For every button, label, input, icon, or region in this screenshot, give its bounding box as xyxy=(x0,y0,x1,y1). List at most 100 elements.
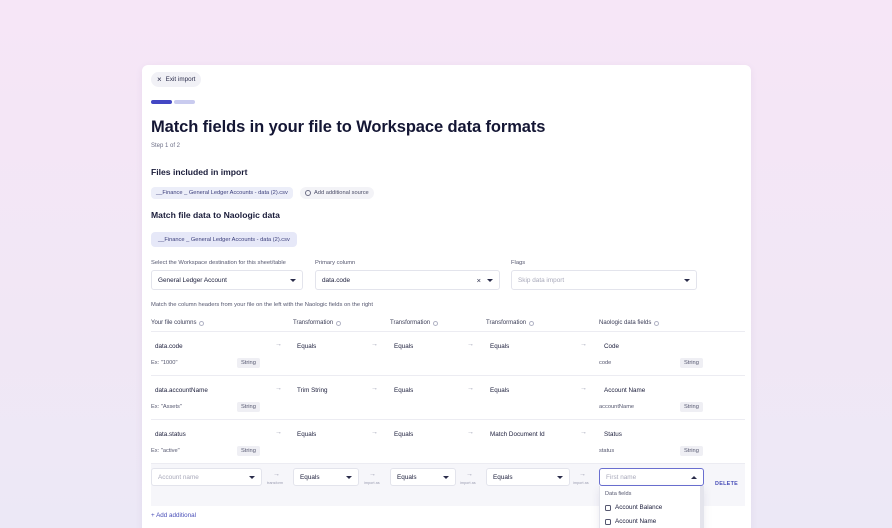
new-column-placeholder: Account name xyxy=(158,473,199,481)
info-icon[interactable] xyxy=(654,320,660,326)
arrow-right-icon: → xyxy=(275,429,282,436)
row-field-key: code xyxy=(599,360,612,366)
new-transform-2-value: Equals xyxy=(397,473,417,481)
database-icon xyxy=(605,518,611,525)
arrow-right-icon: → xyxy=(369,471,376,478)
col-header-transformation-3: Transformation xyxy=(486,320,535,326)
row-column-name: data.code xyxy=(155,343,183,350)
destination-select[interactable]: General Ledger Account xyxy=(151,270,303,290)
destination-label: Select the Workspace destination for thi… xyxy=(151,260,286,266)
chevron-down-icon xyxy=(290,278,296,282)
row-example: Ex: "Assets" xyxy=(151,404,182,410)
dropdown-item-label: Account Name xyxy=(615,518,657,525)
info-icon[interactable] xyxy=(433,320,439,326)
row-field-name[interactable]: Status xyxy=(604,431,622,438)
arrow-right-icon: → xyxy=(275,385,282,392)
arrow-right-icon: → xyxy=(467,429,474,436)
info-icon[interactable] xyxy=(529,320,535,326)
primary-column-label: Primary column xyxy=(315,260,356,266)
row-field-key: status xyxy=(599,448,615,454)
arrow-right-icon: → xyxy=(466,471,473,478)
row-transform-2[interactable]: Equals xyxy=(394,431,413,438)
new-column-select[interactable]: Account name xyxy=(151,468,262,486)
add-source-label: Add additional source xyxy=(314,190,369,196)
row-column-name: data.status xyxy=(155,431,186,438)
row-transform-1[interactable]: Equals xyxy=(297,431,316,438)
new-transform-3-select[interactable]: Equals xyxy=(486,468,570,486)
row-type-badge: String xyxy=(237,446,260,456)
flags-placeholder: Skip data import xyxy=(518,276,565,284)
new-field-select[interactable]: First name xyxy=(599,468,704,486)
match-heading: Match file data to Naologic data xyxy=(151,210,280,220)
file-chip[interactable]: __Finance _ General Ledger Accounts - da… xyxy=(151,187,293,199)
add-source-button[interactable]: Add additional source xyxy=(300,187,374,199)
new-transform-1-select[interactable]: Equals xyxy=(293,468,359,486)
chevron-up-icon xyxy=(691,475,697,479)
clear-icon[interactable]: × xyxy=(477,276,481,285)
step-indicator-inactive xyxy=(174,100,195,104)
exit-import-button[interactable]: × Exit import xyxy=(151,72,202,87)
row-column-name: data.accountName xyxy=(155,387,208,394)
destination-value: General Ledger Account xyxy=(158,276,227,284)
chevron-down-icon xyxy=(487,278,493,282)
arrow-right-icon: → xyxy=(580,429,587,436)
arrow-right-icon: → xyxy=(273,471,280,478)
add-additional-link[interactable]: + Add additional xyxy=(151,512,196,519)
table-row: data.accountName → Trim String → Equals … xyxy=(142,376,751,419)
row-transform-3[interactable]: Match Document Id xyxy=(490,431,545,438)
dropdown-section-label: Data fields xyxy=(605,491,632,497)
row-transform-2[interactable]: Equals xyxy=(394,343,413,350)
arrow-right-icon: → xyxy=(580,341,587,348)
chevron-down-icon xyxy=(684,278,690,282)
row-field-name[interactable]: Code xyxy=(604,343,619,350)
import-as-caption: import as xyxy=(573,481,589,485)
col-header-label: Your file columns xyxy=(151,320,197,326)
page-title: Match fields in your file to Workspace d… xyxy=(151,118,546,136)
arrow-right-icon: → xyxy=(467,385,474,392)
import-as-caption: import as xyxy=(364,481,380,485)
arrow-right-icon: → xyxy=(371,341,378,348)
new-transform-2-select[interactable]: Equals xyxy=(390,468,456,486)
col-header-label: Transformation xyxy=(486,320,527,326)
step-label: Step 1 of 2 xyxy=(151,143,181,149)
field-dropdown-menu: Data fields Account Balance Account Name xyxy=(599,486,704,528)
dropdown-item[interactable]: Account Name xyxy=(605,518,656,525)
row-transform-1[interactable]: Equals xyxy=(297,343,316,350)
row-type-badge: String xyxy=(237,358,260,368)
new-transform-1-value: Equals xyxy=(300,473,320,481)
row-field-type-badge: String xyxy=(680,358,703,368)
chevron-down-icon xyxy=(443,475,449,479)
table-row: data.code → Equals → Equals → Equals → C… xyxy=(142,332,751,375)
chevron-down-icon xyxy=(249,475,255,479)
dropdown-item[interactable]: Account Balance xyxy=(605,504,662,511)
col-header-label: Naologic data fields xyxy=(599,320,652,326)
transform-caption: transform xyxy=(267,481,284,485)
row-transform-2[interactable]: Equals xyxy=(394,387,413,394)
row-transform-1[interactable]: Trim String xyxy=(297,387,328,394)
chevron-down-icon xyxy=(557,475,563,479)
new-field-placeholder: First name xyxy=(606,473,637,481)
row-field-name[interactable]: Account Name xyxy=(604,387,645,394)
row-transform-3[interactable]: Equals xyxy=(490,343,509,350)
delete-row-button[interactable]: DELETE xyxy=(715,481,738,487)
files-heading: Files included in import xyxy=(151,167,248,177)
table-row: data.status → Equals → Equals → Match Do… xyxy=(142,420,751,463)
row-transform-3[interactable]: Equals xyxy=(490,387,509,394)
arrow-right-icon: → xyxy=(371,429,378,436)
row-field-type-badge: String xyxy=(680,446,703,456)
row-example: Ex: "1000" xyxy=(151,360,178,366)
info-icon[interactable] xyxy=(199,320,205,326)
primary-column-select[interactable]: data.code × xyxy=(315,270,500,290)
dropdown-scrollbar[interactable] xyxy=(700,486,703,528)
info-icon[interactable] xyxy=(336,320,342,326)
dropdown-item-label: Account Balance xyxy=(615,504,663,511)
arrow-right-icon: → xyxy=(371,385,378,392)
row-field-key: accountName xyxy=(599,404,635,410)
flags-select[interactable]: Skip data import xyxy=(511,270,697,290)
arrow-right-icon: → xyxy=(467,341,474,348)
file-tab[interactable]: __Finance _ General Ledger Accounts - da… xyxy=(151,232,297,247)
import-as-caption: import as xyxy=(460,481,476,485)
instructions-text: Match the column headers from your file … xyxy=(151,302,374,308)
flags-label: Flags xyxy=(511,260,526,266)
step-indicator-active xyxy=(151,100,172,104)
